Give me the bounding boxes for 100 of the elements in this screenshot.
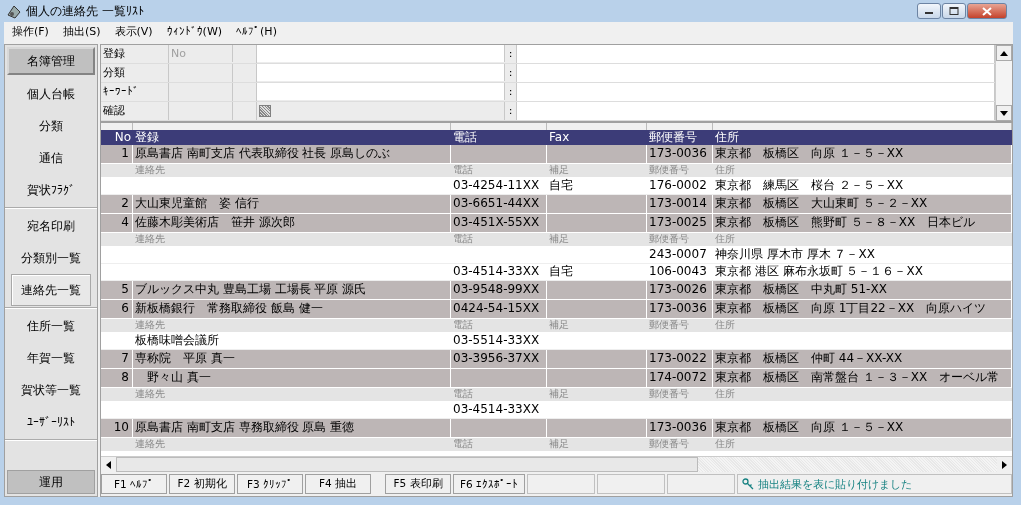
close-button[interactable] bbox=[967, 3, 1007, 19]
table-cell: 173-0036 bbox=[647, 145, 713, 163]
field-label: 連絡先 bbox=[134, 438, 166, 451]
value-field[interactable] bbox=[517, 64, 995, 82]
table-cell: 4 bbox=[101, 214, 133, 232]
status-pane bbox=[527, 474, 595, 494]
table-cell: 東京都 板橋区 大山東町 ５－２－XX bbox=[713, 195, 1012, 213]
table-row[interactable]: 4 佐藤木彫美術店 笹井 源次郎 03-451X-55XX 173-0025 東京都 板橋区 熊野町 ５－８－XX 日本ビル bbox=[101, 214, 1012, 233]
sidebar-item[interactable]: 個人台帳 bbox=[11, 78, 91, 110]
field-label: 電話 bbox=[452, 233, 474, 246]
function-key-button[interactable]: F3 ｸﾘｯﾌﾟ bbox=[237, 474, 303, 494]
arrow-down-icon[interactable] bbox=[1000, 110, 1008, 116]
menu-item[interactable]: 操作(F) bbox=[12, 23, 49, 39]
table-cell-text: 03-4254-11XX bbox=[452, 178, 541, 194]
key-icon bbox=[742, 478, 754, 490]
input-field[interactable] bbox=[257, 83, 505, 100]
table-cell: 0424-54-15XX bbox=[451, 300, 547, 318]
field-label: 電話 bbox=[452, 438, 474, 451]
arrow-left-icon[interactable] bbox=[106, 460, 111, 469]
value-field[interactable] bbox=[517, 102, 995, 120]
scrollbar-thumb[interactable] bbox=[116, 457, 698, 472]
table-cell: 東京都 板橋区 向原 １－５－XX bbox=[713, 145, 1012, 163]
function-key-button[interactable]: F1 ﾍﾙﾌﾟ bbox=[101, 474, 167, 494]
value-field[interactable] bbox=[517, 83, 995, 101]
function-key-button[interactable]: F2 初期化 bbox=[169, 474, 235, 494]
table-cell: 東京都 板橋区 仲町 44－XX-XX bbox=[713, 350, 1012, 368]
close-icon bbox=[982, 6, 992, 16]
sidebar-item[interactable]: 宛名印刷 bbox=[11, 210, 91, 242]
table-cell: 佐藤木彫美術店 笹井 源次郎 bbox=[133, 214, 451, 232]
menu-item[interactable]: ﾍﾙﾌﾟ(H) bbox=[236, 24, 277, 38]
minimize-button[interactable] bbox=[917, 3, 941, 19]
sidebar-item[interactable]: 年賀一覧 bbox=[11, 342, 91, 374]
arrow-up-icon[interactable] bbox=[1000, 50, 1008, 56]
field-label: 郵便番号 bbox=[648, 438, 690, 451]
sidebar-item[interactable]: 賀状ﾌﾗｸﾞ bbox=[11, 174, 91, 206]
column-header[interactable]: 住所 bbox=[713, 130, 1012, 145]
table-cell: 10 bbox=[101, 419, 133, 437]
field-label: 補足 bbox=[548, 233, 570, 246]
pattern-button[interactable] bbox=[259, 105, 271, 117]
table-cell: 7 bbox=[101, 350, 133, 368]
field-label: 郵便番号 bbox=[648, 388, 690, 401]
table-row[interactable]: 10 原島書店 南町支店 専務取締役 原島 重徳 173-0036 東京都 板橋区 向原 １－５－XX bbox=[101, 419, 1012, 438]
field-label: 電話 bbox=[452, 164, 474, 177]
table-row[interactable]: 2 大山東児童館 姿 信行 03-6651-44XX 173-0014 東京都 板橋区 大山東町 ５－２－XX bbox=[101, 195, 1012, 214]
menu-item[interactable]: 抽出(S) bbox=[62, 23, 101, 39]
sidebar-item[interactable]: 住所一覧 bbox=[11, 310, 91, 342]
table-row[interactable]: 8 野々山 真一 174-0072 東京都 板橋区 南常盤台 １－３－XX オーベル常 bbox=[101, 369, 1012, 388]
table-cell: 原島書店 南町支店 専務取締役 原島 重徳 bbox=[133, 419, 451, 437]
sidebar-item[interactable]: 分類 bbox=[11, 110, 91, 142]
column-header[interactable]: Fax bbox=[547, 130, 647, 145]
table-cell-text: 東京都 港区 麻布永坂町 ５－１６－XX bbox=[714, 264, 924, 280]
table-cell-text: 03-4514-33XX bbox=[452, 402, 541, 418]
arrow-right-icon[interactable] bbox=[1002, 460, 1007, 469]
sidebar-item[interactable]: 通信 bbox=[11, 142, 91, 174]
input-field[interactable]: No bbox=[169, 45, 233, 62]
function-key-button[interactable]: F5 表印刷 bbox=[385, 474, 451, 494]
table-cell: 173-0026 bbox=[647, 281, 713, 299]
function-key-button[interactable]: F4 抽出 bbox=[305, 474, 371, 494]
scrollbar[interactable] bbox=[101, 456, 1012, 472]
table-row[interactable]: 7 専称院 平原 真一 03-3956-37XX 173-0022 東京都 板橋区 仲町 44－XX-XX bbox=[101, 350, 1012, 369]
input-field[interactable] bbox=[257, 45, 505, 62]
column-header[interactable]: 電話 bbox=[451, 130, 547, 145]
input-field[interactable] bbox=[257, 64, 505, 81]
sidebar-item[interactable]: 分類別一覧 bbox=[11, 242, 91, 274]
field-label: 住所 bbox=[714, 438, 736, 451]
table-row[interactable]: 6 新板橋銀行 常務取締役 飯島 健一 0424-54-15XX 173-0036 東京都 板橋区 向原 1丁目22－XX 向原ハイツ bbox=[101, 300, 1012, 319]
table-cell: 1 bbox=[101, 145, 133, 163]
field-label: 住所 bbox=[714, 319, 736, 332]
sidebar-footer[interactable]: 運用 bbox=[7, 470, 95, 494]
field-label: 郵便番号 bbox=[648, 233, 690, 246]
field-label: 連絡先 bbox=[134, 233, 166, 246]
sidebar-item[interactable]: ﾕｰｻﾞｰﾘｽﾄ bbox=[11, 406, 91, 438]
field-label: 住所 bbox=[714, 164, 736, 177]
status-message: 抽出結果を表に貼り付けました bbox=[737, 474, 1012, 494]
scrollbar[interactable] bbox=[995, 45, 1012, 121]
function-key-button[interactable]: F6 ｴｸｽﾎﾟｰﾄ bbox=[453, 474, 525, 494]
table-cell: 東京都 板橋区 熊野町 ５－８－XX 日本ビル bbox=[713, 214, 1012, 232]
table-row[interactable]: 1 原島書店 南町支店 代表取締役 社長 原島しのぶ 173-0036 東京都 板橋区 向原 １－５－XX bbox=[101, 145, 1012, 164]
maximize-button[interactable] bbox=[942, 3, 966, 19]
field-label: 連絡先 bbox=[134, 319, 166, 332]
table-row[interactable]: 5 ブルックス中丸 豊島工場 工場長 平原 源氏 03-9548-99XX 173-0026 東京都 板橋区 中丸町 51-XX bbox=[101, 281, 1012, 300]
menu-item[interactable]: 表示(V) bbox=[114, 23, 153, 39]
table-cell-text: 東京都 練馬区 桜台 ２－５－XX bbox=[714, 178, 905, 194]
field-label: 登録 bbox=[101, 45, 169, 63]
column-header[interactable]: 郵便番号 bbox=[647, 130, 713, 145]
field-label: 電話 bbox=[452, 388, 474, 401]
menu-item[interactable]: ｳｨﾝﾄﾞｳ(W) bbox=[166, 24, 223, 38]
column-header[interactable]: 登録 bbox=[133, 130, 451, 145]
sidebar-item[interactable]: 賀状等一覧 bbox=[11, 374, 91, 406]
table-cell: 新板橋銀行 常務取締役 飯島 健一 bbox=[133, 300, 451, 318]
field-label: 住所 bbox=[714, 233, 736, 246]
table-cell-text: 106-0043 bbox=[648, 264, 708, 280]
field-label: ｷｰﾜｰﾄﾞ bbox=[101, 83, 169, 101]
column-header[interactable]: No bbox=[101, 130, 133, 145]
sidebar-header[interactable]: 名簿管理 bbox=[7, 47, 95, 75]
table-cell: 野々山 真一 bbox=[133, 369, 451, 387]
table-cell: 03-3956-37XX bbox=[451, 350, 547, 368]
table-cell: 173-0014 bbox=[647, 195, 713, 213]
sidebar-item[interactable]: 連絡先一覧 bbox=[11, 274, 91, 306]
value-field[interactable] bbox=[517, 45, 995, 63]
